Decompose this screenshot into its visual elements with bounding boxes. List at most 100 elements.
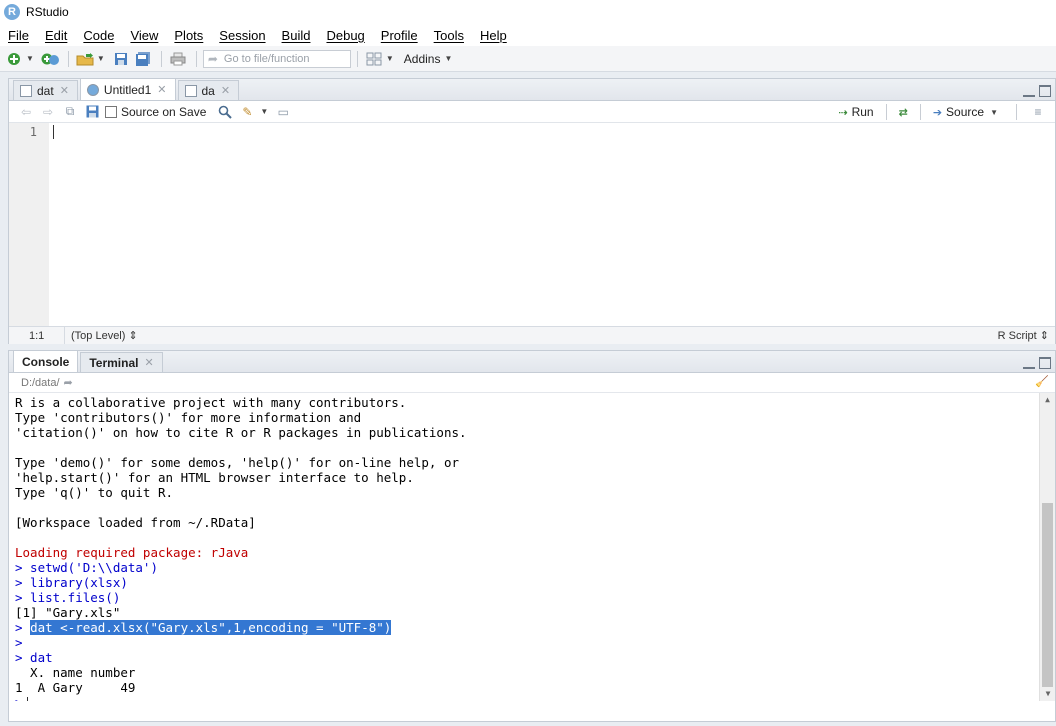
source-on-save-checkbox[interactable]: Source on Save xyxy=(105,105,206,119)
tab-untitled1[interactable]: Untitled1 ✕ xyxy=(79,78,176,100)
menu-code[interactable]: Code xyxy=(83,28,114,43)
console-text: > xyxy=(15,635,23,650)
maximize-pane-icon[interactable] xyxy=(1039,357,1051,369)
menu-debug[interactable]: Debug xyxy=(326,28,364,43)
run-arrow-icon: ⇢ xyxy=(838,106,848,119)
console-line: 1 A Gary 49 xyxy=(15,680,1055,695)
save-icon[interactable] xyxy=(83,104,101,120)
magic-wand-icon[interactable]: ✎ xyxy=(238,104,256,120)
editor-text-area[interactable] xyxy=(49,123,1055,326)
console-working-dir: D:/data/ ➦ 🧹 xyxy=(9,373,1055,393)
maximize-pane-icon[interactable] xyxy=(1039,85,1051,97)
close-tab-icon[interactable]: ✕ xyxy=(60,84,69,97)
new-project-icon[interactable] xyxy=(40,50,60,68)
minimize-pane-icon[interactable] xyxy=(1023,85,1035,97)
outline-menu-icon[interactable]: ≡ xyxy=(1029,104,1047,120)
console-output[interactable]: R is a collaborative project with many c… xyxy=(9,393,1055,701)
document-outline-icon[interactable]: ▭ xyxy=(274,104,292,120)
back-arrow-icon[interactable]: ⇦ xyxy=(17,104,35,120)
menu-view[interactable]: View xyxy=(130,28,158,43)
addins-button[interactable]: Addins xyxy=(404,52,441,66)
console-line: > library(xlsx) xyxy=(15,575,1055,590)
console-text: 'help.start()' for an HTML browser inter… xyxy=(15,470,414,485)
source-dropdown-icon[interactable]: ▼ xyxy=(990,108,998,117)
scroll-up-icon[interactable]: ▲ xyxy=(1040,393,1055,407)
console-line: > setwd('D:\\data') xyxy=(15,560,1055,575)
console-text: > dat xyxy=(15,650,53,665)
clear-console-icon[interactable]: 🧹 xyxy=(1035,375,1049,388)
console-pane: Console Terminal ✕ D:/data/ ➦ 🧹 R is a col… xyxy=(8,350,1056,722)
panes-dropdown-icon[interactable]: ▼ xyxy=(386,54,394,63)
console-line: Type 'demo()' for some demos, 'help()' f… xyxy=(15,455,1055,470)
tab-dat[interactable]: dat ✕ xyxy=(13,80,78,100)
toolbar-separator xyxy=(1016,104,1017,120)
console-text: > list.files() xyxy=(15,590,121,605)
tab-da[interactable]: da ✕ xyxy=(177,80,240,100)
close-tab-icon[interactable]: ✕ xyxy=(221,84,230,97)
menu-help[interactable]: Help xyxy=(480,28,507,43)
menu-session[interactable]: Session xyxy=(219,28,265,43)
toolbar-separator xyxy=(195,50,197,67)
menu-plots[interactable]: Plots xyxy=(174,28,203,43)
file-type-selector[interactable]: R Script ⇕ xyxy=(998,329,1049,342)
line-number-gutter: 1 xyxy=(9,123,49,326)
menu-build[interactable]: Build xyxy=(282,28,311,43)
tab-terminal[interactable]: Terminal ✕ xyxy=(80,352,163,372)
console-scrollbar[interactable]: ▲ ▼ xyxy=(1039,393,1055,701)
console-line: Type 'contributors()' for more informati… xyxy=(15,410,1055,425)
show-in-window-icon[interactable]: ⧉ xyxy=(61,104,79,120)
console-text: Type 'q()' to quit R. xyxy=(15,485,174,500)
working-dir-path: D:/data/ xyxy=(21,376,60,389)
go-to-file-input[interactable]: ➦ Go to file/function xyxy=(202,49,351,68)
save-icon[interactable] xyxy=(111,50,131,68)
run-button[interactable]: ⇢ Run xyxy=(838,105,873,119)
new-file-icon[interactable] xyxy=(4,50,24,68)
forward-arrow-icon[interactable]: ⇨ xyxy=(39,104,57,120)
code-editor[interactable]: 1 xyxy=(9,123,1055,326)
tab-label: dat xyxy=(37,83,54,98)
source-pane: dat ✕ Untitled1 ✕ da ✕ ⇦ ⇨ ⧉ Source on Save ✎… xyxy=(8,78,1056,344)
minimize-pane-icon[interactable] xyxy=(1023,357,1035,369)
rstudio-logo-icon: R xyxy=(4,4,20,20)
console-text: [Workspace loaded from ~/.RData] xyxy=(15,515,256,530)
menu-tools[interactable]: Tools xyxy=(434,28,464,43)
scroll-down-icon[interactable]: ▼ xyxy=(1040,687,1055,701)
addins-dropdown-icon[interactable]: ▼ xyxy=(444,54,452,63)
scope-selector[interactable]: (Top Level) ⇕ xyxy=(65,329,138,342)
source-label: Source xyxy=(946,105,985,119)
menu-edit[interactable]: Edit xyxy=(45,28,67,43)
menu-file[interactable]: File xyxy=(8,28,29,43)
console-text: [1] "Gary.xls" xyxy=(15,605,121,620)
console-text: 'citation()' on how to cite R or R packa… xyxy=(15,425,467,440)
menu-bar: File Edit Code View Plots Session Build Debug Pr… xyxy=(0,24,1056,46)
source-arrow-icon: ➔ xyxy=(932,106,943,119)
open-file-icon[interactable] xyxy=(75,50,95,68)
selected-command[interactable]: dat <-read.xlsx("Gary.xls",1,encoding = … xyxy=(30,620,392,635)
rerun-icon[interactable]: ⇄ xyxy=(899,106,908,119)
source-button[interactable]: ➔ Source xyxy=(933,105,984,119)
data-table-icon xyxy=(20,84,32,97)
data-table-icon xyxy=(184,84,197,97)
console-text: X. name number xyxy=(15,665,136,680)
tab-label: da xyxy=(201,83,215,98)
console-text: Type 'contributors()' for more informati… xyxy=(15,410,362,425)
line-number: 1 xyxy=(29,125,37,139)
open-file-dropdown-icon[interactable]: ▼ xyxy=(97,54,105,63)
print-icon[interactable] xyxy=(168,50,188,68)
goto-dir-icon[interactable]: ➦ xyxy=(64,376,73,389)
search-icon[interactable] xyxy=(216,104,234,120)
close-tab-icon[interactable]: ✕ xyxy=(144,356,153,369)
title-bar: R RStudio xyxy=(0,0,1056,24)
code-tools-dropdown-icon[interactable]: ▼ xyxy=(260,107,268,116)
save-all-icon[interactable] xyxy=(133,50,153,68)
tab-console[interactable]: Console xyxy=(13,350,79,372)
console-line: R is a collaborative project with many c… xyxy=(15,395,1055,410)
new-file-dropdown-icon[interactable]: ▼ xyxy=(26,54,34,63)
console-line: 'citation()' on how to cite R or R packa… xyxy=(15,425,1055,440)
scroll-thumb[interactable] xyxy=(1042,503,1053,687)
close-tab-icon[interactable]: ✕ xyxy=(157,83,166,96)
editor-toolbar: ⇦ ⇨ ⧉ Source on Save ✎ ▼ ▭ ⇢ Run ⇄ ➔ Sou… xyxy=(9,101,1055,123)
source-on-save-box[interactable] xyxy=(105,105,117,118)
menu-profile[interactable]: Profile xyxy=(381,28,418,43)
workspace-panes-icon[interactable] xyxy=(364,50,384,68)
